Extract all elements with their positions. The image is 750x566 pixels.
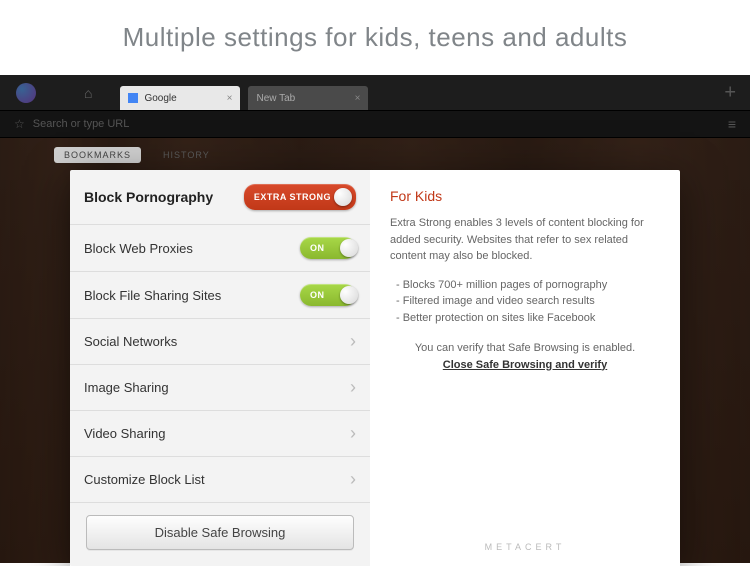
setting-label: Block File Sharing Sites xyxy=(84,288,221,303)
bullet-item: - Blocks 700+ million pages of pornograp… xyxy=(396,277,660,294)
setting-block-filesharing[interactable]: Block File Sharing Sites ON xyxy=(70,272,370,319)
disable-button-wrap: Disable Safe Browsing xyxy=(70,503,370,566)
setting-label: Block Web Proxies xyxy=(84,241,193,256)
settings-modal: Block Pornography EXTRA STRONG Block Web… xyxy=(70,170,680,566)
browser-tab-bar: ⌂ Google × New Tab × + xyxy=(0,75,750,110)
app-logo xyxy=(16,83,36,103)
toggle-knob-icon xyxy=(340,239,358,257)
close-icon[interactable]: × xyxy=(227,93,233,104)
info-bullets: - Blocks 700+ million pages of pornograp… xyxy=(390,277,660,327)
browser-tab-active[interactable]: Google × xyxy=(120,86,240,110)
home-icon[interactable]: ⌂ xyxy=(84,85,92,101)
extra-strong-toggle[interactable]: EXTRA STRONG xyxy=(244,184,356,210)
close-icon[interactable]: × xyxy=(355,93,361,104)
setting-video-sharing[interactable]: Video Sharing › xyxy=(70,411,370,457)
chevron-right-icon: › xyxy=(350,423,356,444)
favicon-icon xyxy=(128,93,138,103)
setting-label: Block Pornography xyxy=(84,189,213,205)
url-placeholder: Search or type URL xyxy=(33,118,130,130)
toggle-on[interactable]: ON xyxy=(300,237,356,259)
chevron-right-icon: › xyxy=(350,469,356,490)
brand-label: METACERT xyxy=(370,541,680,555)
info-title: For Kids xyxy=(390,186,660,207)
chevron-right-icon: › xyxy=(350,331,356,352)
content-tabs: BOOKMARKS HISTORY xyxy=(54,147,220,163)
tab-label: Google xyxy=(144,93,176,104)
bookmark-star-icon[interactable]: ☆ xyxy=(14,117,25,131)
banner-text: Multiple settings for kids, teens and ad… xyxy=(123,22,628,53)
bullet-item: - Better protection on sites like Facebo… xyxy=(396,310,660,327)
toggle-on[interactable]: ON xyxy=(300,284,356,306)
toggle-knob-icon xyxy=(334,188,352,206)
info-description: Extra Strong enables 3 levels of content… xyxy=(390,215,660,265)
setting-social-networks[interactable]: Social Networks › xyxy=(70,319,370,365)
setting-label: Customize Block List xyxy=(84,472,205,487)
setting-label: Image Sharing xyxy=(84,380,169,395)
url-bar[interactable]: ☆ Search or type URL ≡ xyxy=(0,110,750,138)
tab-history[interactable]: HISTORY xyxy=(153,147,220,163)
setting-label: Social Networks xyxy=(84,334,177,349)
toggle-knob-icon xyxy=(340,286,358,304)
setting-block-proxies[interactable]: Block Web Proxies ON xyxy=(70,225,370,272)
verify-text: You can verify that Safe Browsing is ena… xyxy=(390,340,660,357)
bullet-item: - Filtered image and video search result… xyxy=(396,293,660,310)
marketing-banner: Multiple settings for kids, teens and ad… xyxy=(0,0,750,75)
add-tab-icon[interactable]: + xyxy=(724,81,736,104)
menu-icon[interactable]: ≡ xyxy=(728,116,736,132)
toggle-text: ON xyxy=(310,290,325,300)
browser-tab-new[interactable]: New Tab × xyxy=(248,86,368,110)
tab-label: New Tab xyxy=(256,93,295,104)
setting-customize-blocklist[interactable]: Customize Block List › xyxy=(70,457,370,503)
setting-block-pornography[interactable]: Block Pornography EXTRA STRONG xyxy=(70,170,370,225)
close-and-verify-link[interactable]: Close Safe Browsing and verify xyxy=(390,357,660,374)
pill-text: EXTRA STRONG xyxy=(254,192,331,202)
setting-label: Video Sharing xyxy=(84,426,165,441)
disable-safe-browsing-button[interactable]: Disable Safe Browsing xyxy=(86,515,354,550)
browser-backdrop: ⌂ Google × New Tab × + ☆ Search or type … xyxy=(0,75,750,563)
verify-section: You can verify that Safe Browsing is ena… xyxy=(390,340,660,373)
tab-bookmarks[interactable]: BOOKMARKS xyxy=(54,147,141,163)
setting-image-sharing[interactable]: Image Sharing › xyxy=(70,365,370,411)
chevron-right-icon: › xyxy=(350,377,356,398)
settings-list: Block Pornography EXTRA STRONG Block Web… xyxy=(70,170,370,566)
info-panel: For Kids Extra Strong enables 3 levels o… xyxy=(370,170,680,566)
toggle-text: ON xyxy=(310,243,325,253)
